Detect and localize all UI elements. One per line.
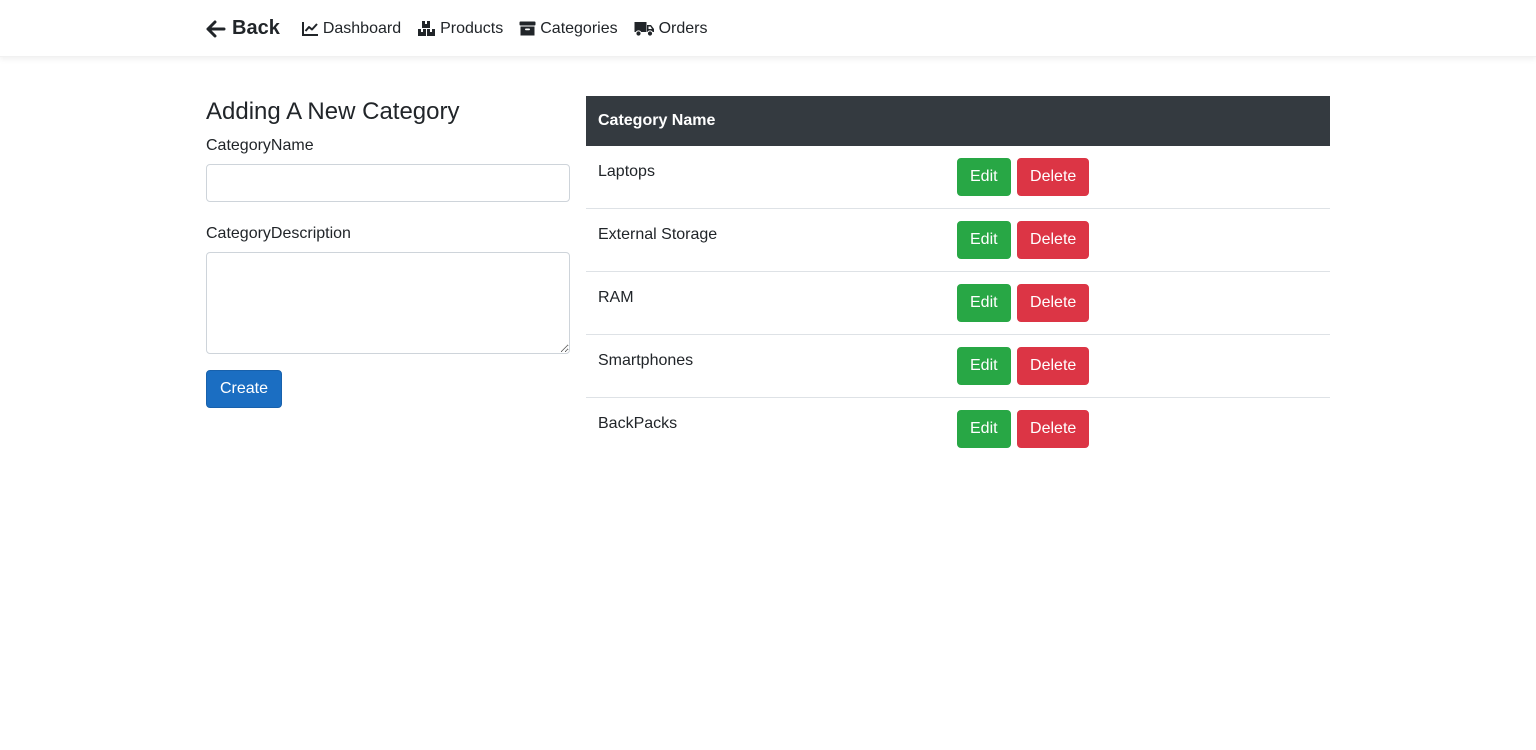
- nav-links: Back Dashboard Products Categories Order…: [206, 0, 724, 57]
- nav-item-label: Orders: [658, 19, 708, 37]
- actions-cell: Edit Delete: [945, 334, 1330, 398]
- delete-button[interactable]: Delete: [1017, 158, 1090, 196]
- actions-cell: Edit Delete: [945, 208, 1330, 272]
- table-row: External Storage Edit Delete: [586, 208, 1330, 272]
- table-header-row: Category Name: [586, 96, 1330, 146]
- category-name-cell: BackPacks: [586, 397, 945, 460]
- delete-button[interactable]: Delete: [1017, 284, 1090, 322]
- category-name-cell: Smartphones: [586, 334, 945, 398]
- edit-button[interactable]: Edit: [957, 221, 1011, 259]
- table-row: BackPacks Edit Delete: [586, 397, 1330, 460]
- shipping-truck-icon: [634, 21, 654, 37]
- category-name-cell: External Storage: [586, 208, 945, 272]
- back-link[interactable]: Back: [206, 17, 280, 40]
- table-row: RAM Edit Delete: [586, 271, 1330, 335]
- edit-button[interactable]: Edit: [957, 158, 1011, 196]
- column-header-actions: [945, 96, 1330, 146]
- edit-button[interactable]: Edit: [957, 284, 1011, 322]
- nav-item-label: Products: [440, 19, 504, 37]
- actions-cell: Edit Delete: [945, 271, 1330, 335]
- nav-item-categories[interactable]: Categories: [519, 19, 618, 38]
- category-name-input[interactable]: [206, 164, 570, 202]
- form-title: Adding A New Category: [206, 98, 460, 125]
- category-description-label: CategoryDescription: [206, 225, 351, 242]
- table-row: Laptops Edit Delete: [586, 146, 1330, 209]
- back-label: Back: [232, 17, 280, 39]
- category-description-textarea[interactable]: [206, 252, 570, 354]
- edit-button[interactable]: Edit: [957, 347, 1011, 385]
- archive-icon: [519, 21, 536, 36]
- nav-item-orders[interactable]: Orders: [634, 20, 708, 38]
- delete-button[interactable]: Delete: [1017, 221, 1090, 259]
- create-button[interactable]: Create: [206, 370, 283, 408]
- categories-table: Category Name Laptops Edit Delete Extern…: [586, 96, 1330, 460]
- nav-item-label: Dashboard: [322, 19, 402, 37]
- chart-line-icon: [301, 22, 318, 36]
- category-name-label: CategoryName: [206, 137, 314, 154]
- boxes-icon: [418, 21, 436, 36]
- categories-table-wrapper: Category Name Laptops Edit Delete Extern…: [586, 96, 1330, 460]
- table-row: Smartphones Edit Delete: [586, 334, 1330, 398]
- actions-cell: Edit Delete: [945, 397, 1330, 460]
- arrow-left-icon: [206, 20, 226, 37]
- add-category-form: Adding A New Category CategoryName Categ…: [206, 96, 570, 408]
- category-name-cell: RAM: [586, 271, 945, 335]
- actions-cell: Edit Delete: [945, 146, 1330, 209]
- nav-item-label: Categories: [540, 19, 618, 37]
- nav-item-dashboard[interactable]: Dashboard: [301, 19, 402, 38]
- top-navbar: Back Dashboard Products Categories Order…: [0, 0, 1536, 57]
- category-name-cell: Laptops: [598, 163, 655, 180]
- edit-button[interactable]: Edit: [957, 410, 1011, 448]
- delete-button[interactable]: Delete: [1017, 410, 1090, 448]
- column-header-category-name: Category Name: [586, 96, 945, 146]
- nav-item-products[interactable]: Products: [417, 20, 503, 38]
- delete-button[interactable]: Delete: [1017, 347, 1090, 385]
